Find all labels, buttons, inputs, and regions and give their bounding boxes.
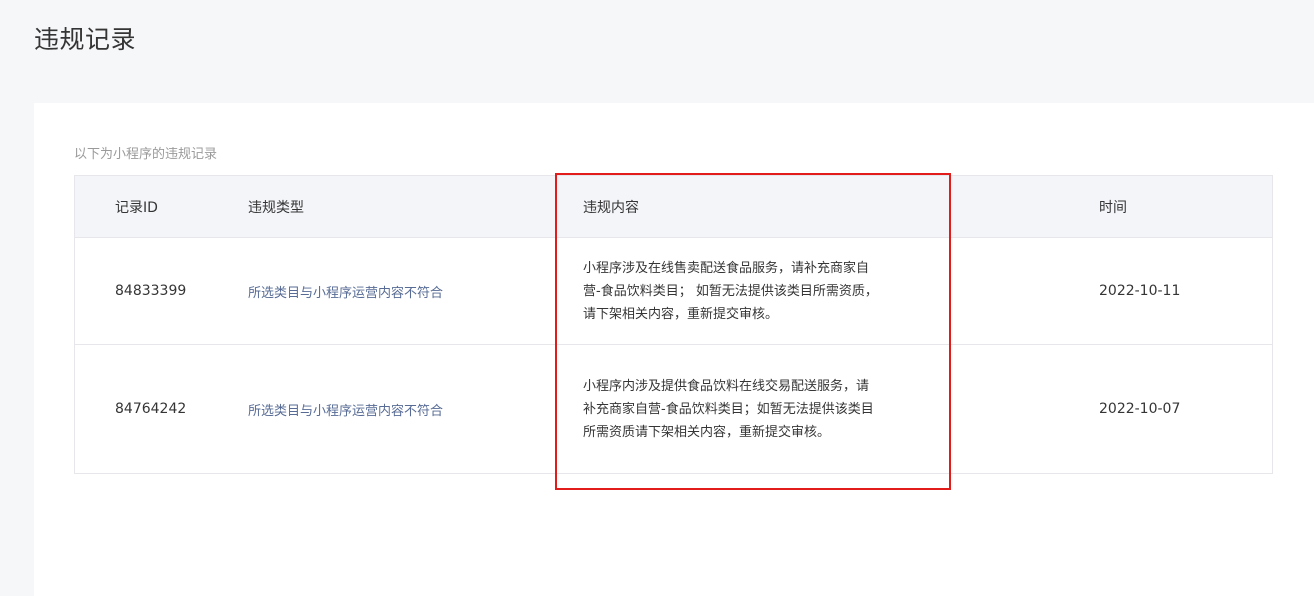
violation-type-link[interactable]: 所选类目与小程序运营内容不符合 (248, 400, 443, 419)
violation-type-link[interactable]: 所选类目与小程序运营内容不符合 (248, 282, 443, 301)
records-description: 以下为小程序的违规记录 (74, 147, 218, 162)
violation-content-cell: 小程序内涉及提供食品饮料在线交易配送服务，请补充商家自营-食品饮料类目；如暂无法… (583, 345, 883, 473)
table-row: 84764242 所选类目与小程序运营内容不符合 小程序内涉及提供食品饮料在线交… (75, 344, 1272, 473)
page-title: 违规记录 (34, 25, 137, 54)
violation-type-link-cell: 所选类目与小程序运营内容不符合 (248, 238, 443, 344)
violation-content-cell: 小程序涉及在线售卖配送食品服务，请补充商家自营-食品饮料类目； 如暂无法提供该类… (583, 238, 883, 344)
record-id: 84833399 (115, 283, 187, 299)
column-header-id: 记录ID (115, 199, 158, 216)
violation-records-table: 记录ID 违规类型 违规内容 时间 84833399 所选类目与小程序运营内容不… (74, 175, 1273, 474)
column-header-time: 时间 (1099, 199, 1127, 216)
violation-type-link-cell: 所选类目与小程序运营内容不符合 (248, 345, 443, 473)
table-row: 84833399 所选类目与小程序运营内容不符合 小程序涉及在线售卖配送食品服务… (75, 237, 1272, 344)
violation-records-panel: 以下为小程序的违规记录 记录ID 违规类型 违规内容 时间 84833399 所… (34, 103, 1314, 596)
record-id: 84764242 (115, 401, 187, 417)
record-time: 2022-10-07 (1099, 401, 1181, 417)
table-header-row: 记录ID 违规类型 违规内容 时间 (75, 176, 1272, 237)
column-header-type: 违规类型 (248, 199, 304, 216)
violation-content: 小程序涉及在线售卖配送食品服务，请补充商家自营-食品饮料类目； 如暂无法提供该类… (583, 260, 878, 322)
column-header-content: 违规内容 (583, 199, 639, 216)
record-time: 2022-10-11 (1099, 283, 1181, 299)
violation-content: 小程序内涉及提供食品饮料在线交易配送服务，请补充商家自营-食品饮料类目；如暂无法… (583, 378, 874, 440)
